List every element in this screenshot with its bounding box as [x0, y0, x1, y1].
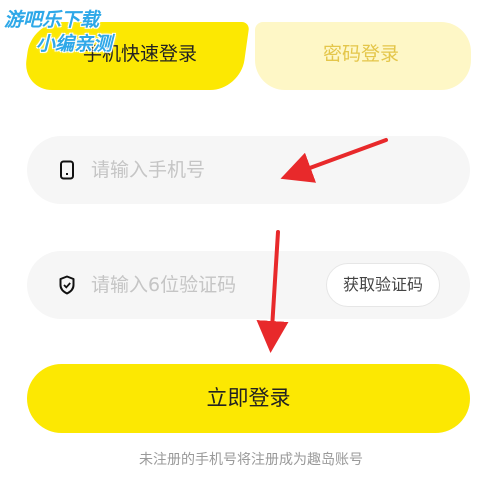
register-note: 未注册的手机号将注册成为趣岛账号	[139, 452, 363, 468]
tab-password-login-label: 密码登录	[322, 43, 399, 65]
phone-icon	[60, 160, 74, 180]
code-input[interactable]	[91, 251, 321, 319]
phone-field[interactable]	[27, 136, 470, 204]
phone-input[interactable]	[91, 136, 321, 204]
watermark-logo: 游吧乐下载 小编亲测	[4, 8, 154, 56]
shield-check-icon	[59, 275, 75, 295]
code-field[interactable]: 获取验证码	[27, 251, 470, 319]
watermark-line1: 游吧乐下载	[4, 9, 100, 31]
login-button[interactable]: 立即登录	[27, 364, 470, 433]
watermark-line2: 小编亲测	[36, 33, 113, 55]
get-code-button[interactable]: 获取验证码	[326, 263, 440, 307]
